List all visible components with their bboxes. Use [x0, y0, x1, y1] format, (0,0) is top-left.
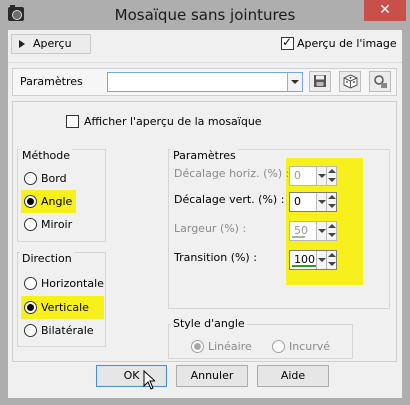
presets-panel: Paramètres: [12, 68, 397, 96]
dialog-window: Mosaïque sans jointures ✕ Aperçu Aperçu …: [0, 0, 410, 405]
vertical-offset-drop-icon[interactable]: [316, 193, 326, 211]
presets-label: Paramètres: [20, 75, 83, 88]
direction-group: Direction Horizontale Verticale Bilatéra…: [17, 252, 106, 347]
method-group-title: Méthode: [20, 149, 73, 162]
expand-triangle-icon: [19, 40, 25, 48]
floppy-disk-icon: [314, 75, 326, 87]
direction-label-horizontale: Horizontale: [41, 277, 104, 290]
direction-radio-bilaterale[interactable]: [24, 324, 37, 337]
method-radio-miroir[interactable]: [24, 218, 37, 231]
mosaic-preview-checkbox[interactable]: [66, 115, 79, 128]
image-preview-checkbox[interactable]: [281, 35, 294, 50]
parameters-group: Paramètres Décalage horiz. (%) : 0 Décal…: [168, 149, 390, 309]
direction-label-bilaterale: Bilatérale: [41, 324, 94, 337]
image-preview-label: Aperçu de l'image: [297, 37, 397, 50]
transition-spinner-icon[interactable]: [326, 251, 336, 269]
angle-style-label-lineaire: Linéaire: [208, 340, 252, 353]
width-spinner-icon: [326, 222, 336, 240]
randomize-button[interactable]: [339, 71, 361, 92]
dice-icon: [343, 74, 358, 89]
method-label-bord: Bord: [41, 172, 67, 185]
title-bar[interactable]: Mosaïque sans jointures ✕: [0, 0, 410, 30]
method-label-miroir: Miroir: [41, 218, 73, 231]
horizontal-offset-value: 0: [294, 169, 301, 182]
help-button[interactable]: Aide: [257, 365, 329, 387]
direction-group-title: Direction: [20, 252, 74, 265]
direction-radio-verticale[interactable]: [24, 301, 37, 314]
reset-settings-button[interactable]: [369, 71, 391, 92]
horizontal-offset-spinner-icon: [326, 167, 336, 185]
angle-style-label-incurve: Incurvé: [289, 340, 331, 353]
vertical-offset-spinner-icon[interactable]: [326, 193, 336, 211]
chevron-down-icon[interactable]: [287, 73, 302, 91]
angle-style-radio-incurve: [272, 340, 285, 353]
width-field: 50: [289, 221, 337, 241]
close-button[interactable]: ✕: [364, 0, 406, 21]
horizontal-offset-label: Décalage horiz. (%) :: [174, 167, 290, 180]
save-preset-button[interactable]: [309, 71, 331, 92]
angle-style-radio-lineaire: [191, 340, 204, 353]
parameters-group-title: Paramètres: [171, 149, 238, 162]
dialog-client-area: Aperçu Aperçu de l'image Paramètres: [8, 30, 402, 398]
method-group: Méthode Bord Angle Miroir: [17, 149, 106, 242]
preview-toggle-label: Aperçu: [33, 37, 72, 50]
window-title: Mosaïque sans jointures: [114, 6, 296, 24]
width-label: Largeur (%) :: [174, 222, 247, 235]
angle-style-group-title: Style d'angle: [171, 317, 247, 330]
horizontal-offset-field: 0: [289, 166, 337, 186]
presets-dropdown[interactable]: [107, 72, 303, 92]
vertical-offset-value[interactable]: 0: [294, 195, 301, 208]
horizontal-offset-drop-icon: [316, 167, 326, 185]
method-radio-angle[interactable]: [24, 195, 37, 208]
ok-button[interactable]: OK: [96, 365, 167, 387]
settings-panel: Afficher l'aperçu de la mosaïque Méthode…: [12, 101, 397, 362]
preview-toggle-button[interactable]: Aperçu: [11, 34, 91, 54]
divider: [8, 62, 402, 63]
transition-drop-icon[interactable]: [316, 251, 326, 269]
direction-label-verticale: Verticale: [41, 301, 89, 314]
transition-field[interactable]: 100: [289, 250, 337, 270]
width-bar: [292, 236, 305, 238]
mosaic-preview-label: Afficher l'aperçu de la mosaïque: [84, 115, 262, 128]
transition-bar: [292, 265, 318, 267]
vertical-offset-field[interactable]: 0: [289, 192, 337, 212]
mouse-cursor-icon: [143, 370, 155, 390]
angle-style-group: Style d'angle Linéaire Incurvé: [168, 317, 353, 359]
cancel-button[interactable]: Annuler: [176, 365, 248, 387]
method-radio-bord[interactable]: [24, 172, 37, 185]
direction-radio-horizontale[interactable]: [24, 277, 37, 290]
reset-icon: [374, 75, 387, 88]
vertical-offset-label: Décalage vert. (%) :: [174, 193, 285, 206]
width-drop-icon: [316, 222, 326, 240]
transition-label: Transition (%) :: [174, 251, 257, 264]
method-label-angle: Angle: [41, 195, 73, 208]
